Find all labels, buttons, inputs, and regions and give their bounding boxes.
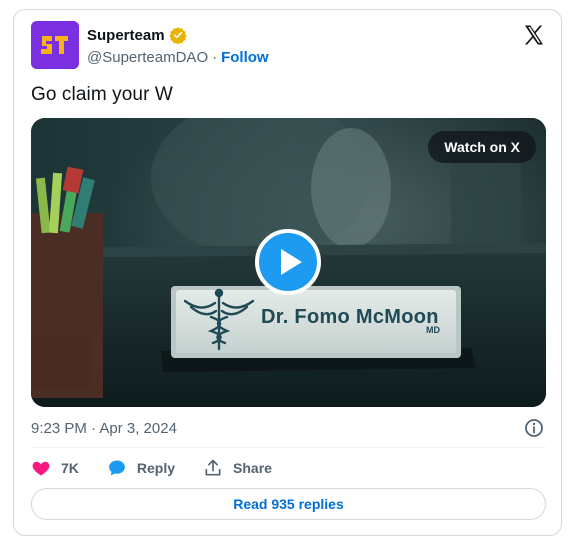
separator-dot: · bbox=[212, 49, 218, 66]
verified-badge-icon bbox=[168, 26, 187, 45]
heart-icon bbox=[32, 461, 50, 476]
reply-label: Reply bbox=[136, 460, 176, 476]
like-button[interactable]: 7K bbox=[31, 458, 79, 478]
timestamp[interactable]: 9:23 PM · Apr 3, 2024 bbox=[31, 420, 177, 437]
divider bbox=[31, 447, 546, 448]
author-handle[interactable]: @SuperteamDAO bbox=[87, 49, 208, 66]
share-icon bbox=[205, 459, 221, 476]
nameplate-suffix: MD bbox=[426, 325, 440, 335]
reply-bubble-icon bbox=[108, 460, 125, 476]
share-label: Share bbox=[233, 460, 272, 476]
info-icon[interactable] bbox=[524, 418, 544, 438]
video-player[interactable]: Dr. Fomo McMoon MD Watch on X bbox=[31, 118, 546, 407]
tweet-meta: 9:23 PM · Apr 3, 2024 bbox=[31, 417, 546, 439]
tweet-card: Superteam @SuperteamDAO · Follow Go clai… bbox=[13, 9, 562, 536]
x-logo-icon[interactable] bbox=[522, 23, 546, 47]
watch-on-x-button[interactable]: Watch on X bbox=[428, 131, 536, 163]
share-button[interactable]: Share bbox=[203, 458, 272, 478]
nameplate-name: Dr. Fomo McMoon bbox=[261, 306, 439, 328]
author-block: Superteam @SuperteamDAO · Follow bbox=[87, 25, 269, 67]
tweet-header: Superteam @SuperteamDAO · Follow bbox=[31, 21, 546, 71]
read-replies-button[interactable]: Read 935 replies bbox=[31, 488, 546, 520]
tweet-text: Go claim your W bbox=[31, 84, 173, 105]
action-bar: 7K Reply Share bbox=[31, 456, 300, 480]
like-count: 7K bbox=[61, 460, 79, 476]
avatar[interactable] bbox=[31, 21, 79, 69]
play-icon[interactable] bbox=[255, 229, 321, 295]
author-name[interactable]: Superteam bbox=[87, 27, 165, 44]
follow-button[interactable]: Follow bbox=[221, 49, 269, 66]
reply-button[interactable]: Reply bbox=[107, 458, 175, 478]
